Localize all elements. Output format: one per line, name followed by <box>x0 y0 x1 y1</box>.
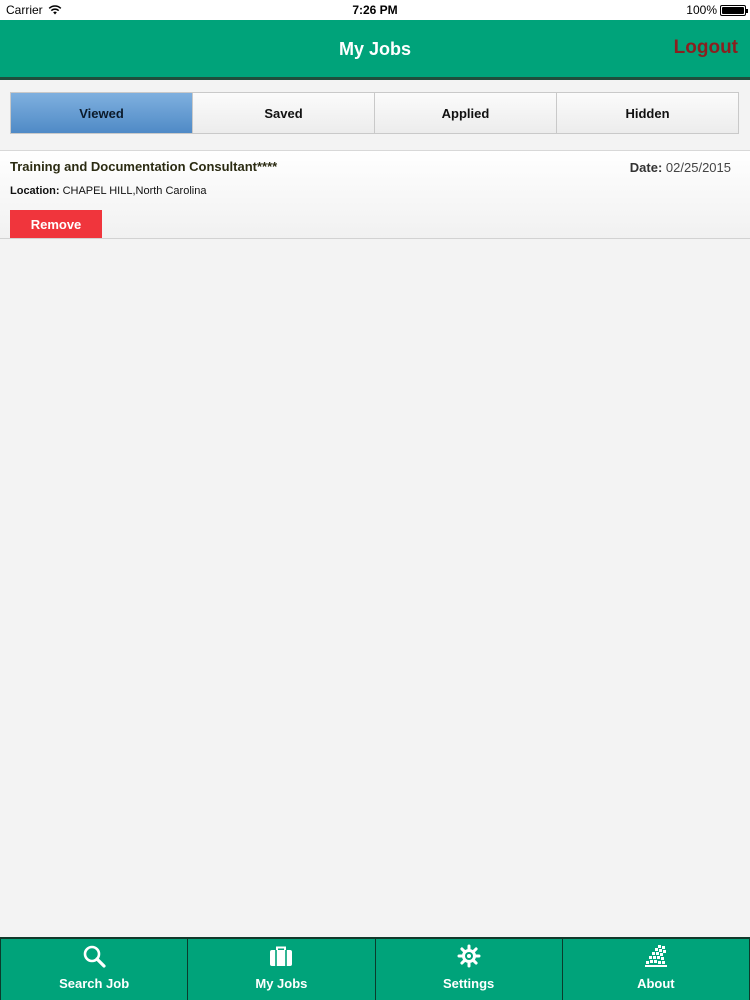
job-title: Training and Documentation Consultant***… <box>10 159 278 174</box>
tab-applied[interactable]: Applied <box>375 93 557 133</box>
tab-bar-label: About <box>637 976 675 991</box>
screen: Carrier 7:26 PM 100% My Jobs Logout View… <box>0 0 750 1000</box>
about-logo-icon <box>644 945 667 967</box>
job-filter-tabs: Viewed Saved Applied Hidden <box>10 92 739 134</box>
gear-icon <box>457 944 481 968</box>
job-location: Location: CHAPEL HILL,North Carolina <box>10 185 206 197</box>
tab-bar-label: Search Job <box>59 976 130 991</box>
battery-icon <box>720 4 748 16</box>
battery-indicator: 100% <box>686 3 748 17</box>
battery-percent: 100% <box>686 3 717 17</box>
nav-bar: My Jobs Logout <box>0 20 750 80</box>
tab-bar-item-settings[interactable]: Settings <box>376 939 563 1000</box>
job-date-label: Date: <box>629 160 663 175</box>
tab-bar-item-about[interactable]: About <box>563 939 750 1000</box>
tab-hidden[interactable]: Hidden <box>557 93 738 133</box>
job-date: Date: 02/25/2015 <box>630 160 731 175</box>
status-time: 7:26 PM <box>352 3 398 17</box>
job-date-value: 02/25/2015 <box>665 160 731 175</box>
briefcase-icon <box>270 946 293 966</box>
logout-button[interactable]: Logout <box>674 37 738 59</box>
job-list-item[interactable]: Training and Documentation Consultant***… <box>0 150 750 239</box>
bottom-tab-bar: Search Job My Jobs Settings About <box>0 937 750 1000</box>
tab-bar-item-search-job[interactable]: Search Job <box>0 939 189 1000</box>
status-bar: Carrier 7:26 PM 100% <box>0 0 750 20</box>
tab-bar-label: My Jobs <box>255 976 308 991</box>
job-location-value: CHAPEL HILL,North Carolina <box>62 185 207 197</box>
remove-button[interactable]: Remove <box>10 210 102 238</box>
job-location-label: Location: <box>10 185 60 197</box>
search-icon <box>83 945 106 968</box>
tab-bar-label: Settings <box>442 976 495 991</box>
tab-saved[interactable]: Saved <box>193 93 375 133</box>
tab-bar-item-my-jobs[interactable]: My Jobs <box>188 939 376 1000</box>
page-title: My Jobs <box>338 39 412 59</box>
tab-viewed[interactable]: Viewed <box>11 93 193 133</box>
